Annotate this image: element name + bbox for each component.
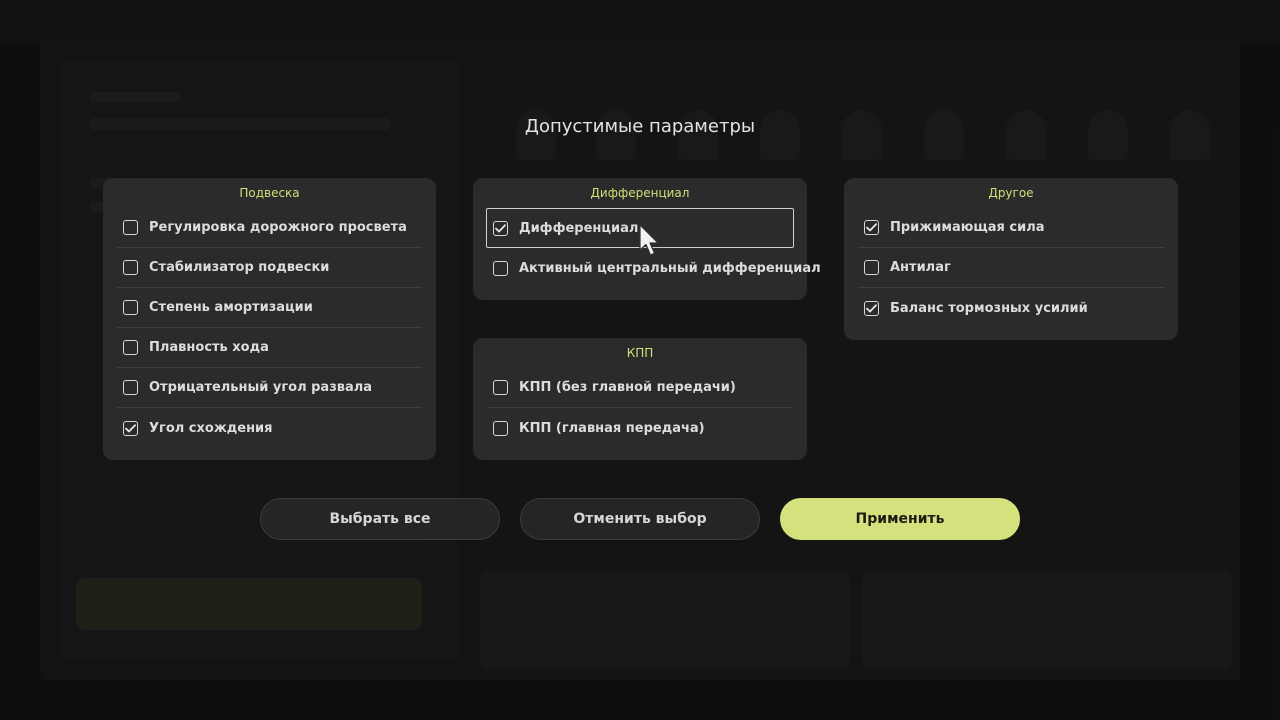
checkbox-unchecked[interactable] [123,220,138,235]
select-all-button[interactable]: Выбрать все [260,498,500,540]
suspension-option-3[interactable]: Степень амортизации [117,288,422,328]
option-label: Баланс тормозных усилий [890,300,1088,316]
gearbox-panel: КПП КПП (без главной передачи) КПП (главн… [473,338,807,460]
other-panel: Другое Прижимающая сила Антилаг Баланс тор… [844,178,1178,340]
option-label: Плавность хода [149,340,269,355]
differential-option-2[interactable]: Активный центральный дифференциал [487,248,821,288]
differential-panel: Дифференциал Дифференциал Активный центра… [473,178,821,300]
option-label: Прижимающая сила [890,220,1045,235]
other-option-1[interactable]: Прижимающая сила [858,208,1164,248]
option-label: Степень амортизации [149,300,313,315]
gearbox-options: КПП (без главной передачи) КПП (главная п… [487,368,793,448]
differential-panel-title: Дифференциал [590,186,690,200]
checkbox-checked[interactable] [864,300,879,316]
check-icon [125,423,136,432]
option-label: КПП (главная передача) [519,420,705,436]
suspension-options: Регулировка дорожного просвета Стабилизат… [117,208,422,448]
dialog-title: Допустимые параметры [524,116,756,137]
checkbox-checked[interactable] [864,220,879,235]
suspension-panel-title: Подвеска [239,186,300,200]
checkbox-unchecked[interactable] [123,340,138,355]
checkbox-checked[interactable] [123,420,138,436]
differential-options: Дифференциал Активный центральный диффере… [486,208,821,288]
other-option-2[interactable]: Антилаг [858,248,1164,288]
option-label: Дифференциал [519,220,639,236]
checkbox-unchecked[interactable] [123,300,138,315]
suspension-option-1[interactable]: Регулировка дорожного просвета [117,208,422,248]
option-label: Стабилизатор подвески [149,260,330,275]
checkbox-unchecked[interactable] [493,260,508,276]
option-label: Угол схождения [149,420,273,436]
apply-button[interactable]: Применить [780,498,1020,540]
differential-option-1[interactable]: Дифференциал [486,208,794,248]
option-label: Антилаг [890,260,951,275]
checkbox-unchecked[interactable] [493,420,508,436]
checkbox-unchecked[interactable] [123,260,138,275]
checkbox-checked[interactable] [493,220,508,236]
other-option-3[interactable]: Баланс тормозных усилий [858,288,1164,328]
option-label: КПП (без главной передачи) [519,380,736,395]
checkbox-unchecked[interactable] [864,260,879,275]
check-icon [866,223,877,232]
gearbox-option-1[interactable]: КПП (без главной передачи) [487,368,793,408]
option-label: Регулировка дорожного просвета [149,220,407,235]
suspension-panel: Подвеска Регулировка дорожного просвета С… [103,178,436,460]
suspension-option-4[interactable]: Плавность хода [117,328,422,368]
checkbox-unchecked[interactable] [493,380,508,395]
gearbox-panel-title: КПП [626,346,654,360]
checkbox-unchecked[interactable] [123,380,138,395]
option-label: Активный центральный дифференциал [519,260,821,276]
deselect-button[interactable]: Отменить выбор [520,498,760,540]
check-icon [866,303,877,312]
check-icon [495,223,506,232]
other-panel-title: Другое [988,186,1034,200]
other-options: Прижимающая сила Антилаг Баланс тормозных … [858,208,1164,328]
gearbox-option-2[interactable]: КПП (главная передача) [487,408,793,448]
suspension-option-2[interactable]: Стабилизатор подвески [117,248,422,288]
suspension-option-5[interactable]: Отрицательный угол развала [117,368,422,408]
option-label: Отрицательный угол развала [149,380,373,395]
suspension-option-6[interactable]: Угол схождения [117,408,422,448]
